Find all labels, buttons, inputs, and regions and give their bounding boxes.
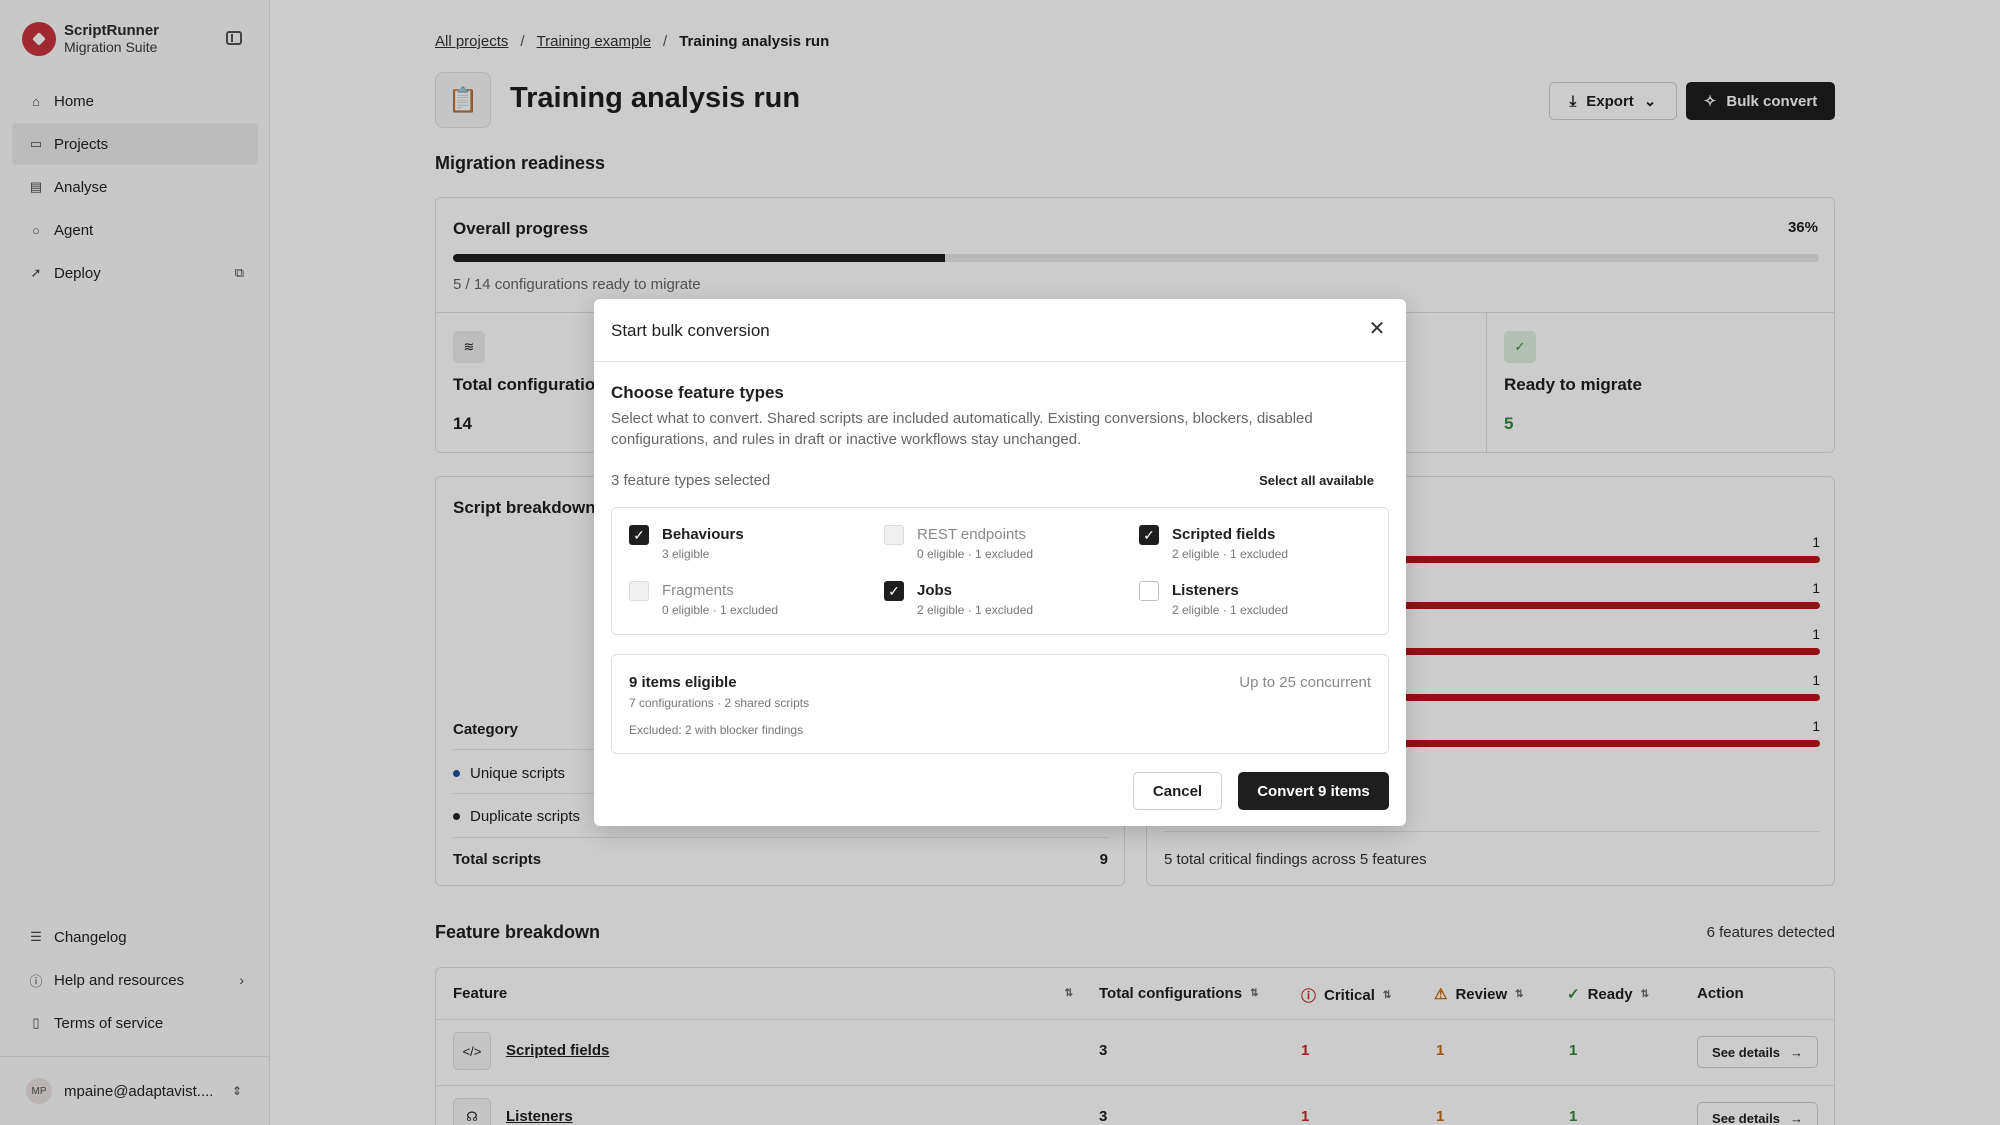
eligible-summary: 9 items eligible Up to 25 concurrent 7 c… <box>611 654 1389 754</box>
option-sub: 0 eligible · 1 excluded <box>917 547 1034 561</box>
option-sub: 2 eligible · 1 excluded <box>1172 547 1289 561</box>
checkbox[interactable]: ✓ <box>884 581 904 601</box>
option-label: Behaviours <box>662 526 744 543</box>
feature-type-options: ✓ Behaviours 3 eligible REST endpoints 0… <box>611 507 1389 635</box>
option-sub: 2 eligible · 1 excluded <box>917 603 1034 617</box>
option-sub: 2 eligible · 1 excluded <box>1172 603 1289 617</box>
convert-button[interactable]: Convert 9 items <box>1238 772 1389 810</box>
checkbox[interactable]: ✓ <box>1139 525 1159 545</box>
option-scripted-fields[interactable]: ✓ Scripted fields 2 eligible · 1 exclude… <box>1139 525 1379 565</box>
option-listeners[interactable]: Listeners 2 eligible · 1 excluded <box>1139 581 1379 621</box>
option-label: Listeners <box>1172 582 1239 599</box>
option-label: REST endpoints <box>917 526 1026 543</box>
checkbox[interactable] <box>1139 581 1159 601</box>
select-all-button[interactable]: Select all available <box>1259 473 1374 488</box>
bulk-conversion-dialog: Start bulk conversion ✕ Choose feature t… <box>594 299 1406 826</box>
option-label: Fragments <box>662 582 734 599</box>
option-rest-endpoints: REST endpoints 0 eligible · 1 excluded <box>884 525 1124 565</box>
option-behaviours[interactable]: ✓ Behaviours 3 eligible <box>629 525 869 565</box>
option-sub: 3 eligible <box>662 547 710 561</box>
choose-feature-types-heading: Choose feature types <box>611 383 784 402</box>
checkbox <box>884 525 904 545</box>
selected-count: 3 feature types selected <box>611 472 771 489</box>
dialog-header: Start bulk conversion ✕ <box>594 299 1406 362</box>
option-jobs[interactable]: ✓ Jobs 2 eligible · 1 excluded <box>884 581 1124 621</box>
option-sub: 0 eligible · 1 excluded <box>662 603 779 617</box>
option-label: Scripted fields <box>1172 526 1276 543</box>
dialog-title: Start bulk conversion <box>611 321 770 340</box>
choose-feature-types-description: Select what to convert. Shared scripts a… <box>611 410 1313 448</box>
close-icon[interactable]: ✕ <box>1366 317 1388 340</box>
eligible-title: 9 items eligible <box>629 674 737 691</box>
option-fragments: Fragments 0 eligible · 1 excluded <box>629 581 869 621</box>
concurrency-label: Up to 25 concurrent <box>1239 674 1371 691</box>
option-label: Jobs <box>917 582 953 599</box>
cancel-button[interactable]: Cancel <box>1133 772 1222 810</box>
eligible-breakdown: 7 configurations · 2 shared scripts <box>629 696 810 710</box>
checkbox <box>629 581 649 601</box>
checkbox[interactable]: ✓ <box>629 525 649 545</box>
excluded-note: Excluded: 2 with blocker findings <box>629 723 804 737</box>
